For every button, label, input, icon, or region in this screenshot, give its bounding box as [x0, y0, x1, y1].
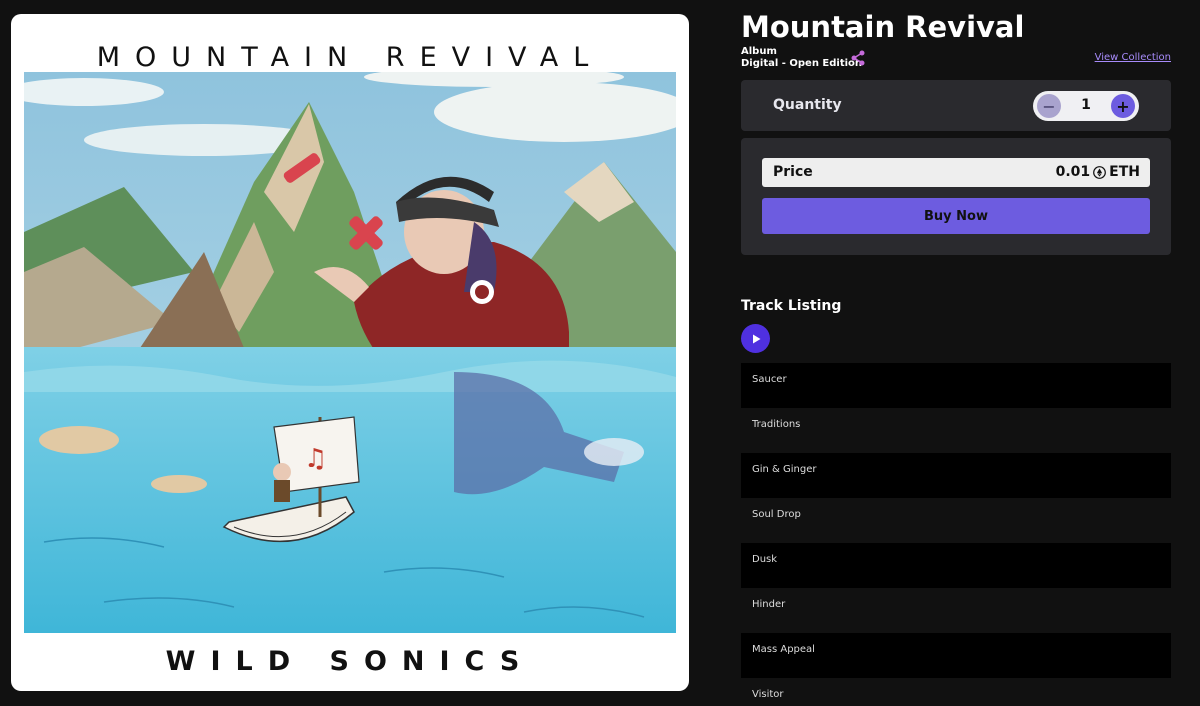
quantity-label: Quantity — [773, 97, 842, 113]
track-list: Saucer Traditions Gin & Ginger Soul Drop… — [741, 363, 1171, 706]
track-item[interactable]: Soul Drop — [741, 498, 1171, 543]
cover-artist: WILD SONICS — [165, 646, 535, 677]
track-item[interactable]: Visitor — [741, 678, 1171, 706]
track-title: Soul Drop — [752, 509, 801, 520]
track-item[interactable]: Saucer — [741, 363, 1171, 408]
price-label: Price — [773, 164, 813, 180]
buy-now-button[interactable]: Buy Now — [762, 198, 1150, 234]
quantity-stepper: 1 − + — [1033, 91, 1139, 121]
track-title: Gin & Ginger — [752, 464, 817, 475]
track-title: Mass Appeal — [752, 644, 815, 655]
track-listing-heading: Track Listing — [741, 298, 842, 314]
track-title: Traditions — [752, 419, 801, 430]
share-icon[interactable] — [850, 50, 866, 66]
product-type: Album — [741, 46, 777, 57]
track-title: Hinder — [752, 599, 786, 610]
album-cover: MOUNTAIN REVIVAL ♫ WILD SONICS — [11, 14, 689, 691]
track-item[interactable]: Gin & Ginger — [741, 453, 1171, 498]
cover-title: MOUNTAIN REVIVAL — [96, 42, 604, 73]
product-edition: Digital - Open Edition — [741, 58, 863, 69]
product-title: Mountain Revival — [741, 10, 1025, 44]
increase-quantity-button[interactable]: + — [1111, 94, 1135, 118]
track-item[interactable]: Dusk — [741, 543, 1171, 588]
minus-icon: − — [1042, 96, 1056, 116]
quantity-panel: Quantity 1 − + — [741, 80, 1171, 131]
price-value: 0.01 ETH — [1056, 164, 1140, 180]
play-button[interactable] — [741, 324, 770, 353]
price-panel: Price 0.01 ETH Buy Now — [741, 138, 1171, 255]
decrease-quantity-button[interactable]: − — [1037, 94, 1061, 118]
track-item[interactable]: Hinder — [741, 588, 1171, 633]
svg-text:♫: ♫ — [304, 444, 327, 474]
cover-artwork: ♫ — [24, 72, 676, 633]
track-title: Saucer — [752, 374, 787, 385]
plus-icon: + — [1116, 96, 1130, 116]
play-icon — [752, 334, 760, 343]
price-row: Price 0.01 ETH — [762, 158, 1150, 187]
view-collection-link[interactable]: View Collection — [1095, 52, 1171, 63]
track-item[interactable]: Traditions — [741, 408, 1171, 453]
price-currency: ETH — [1109, 164, 1140, 180]
eth-icon — [1093, 165, 1107, 179]
track-title: Visitor — [752, 689, 784, 700]
track-title: Dusk — [752, 554, 778, 565]
track-item[interactable]: Mass Appeal — [741, 633, 1171, 678]
price-amount: 0.01 — [1055, 164, 1091, 180]
